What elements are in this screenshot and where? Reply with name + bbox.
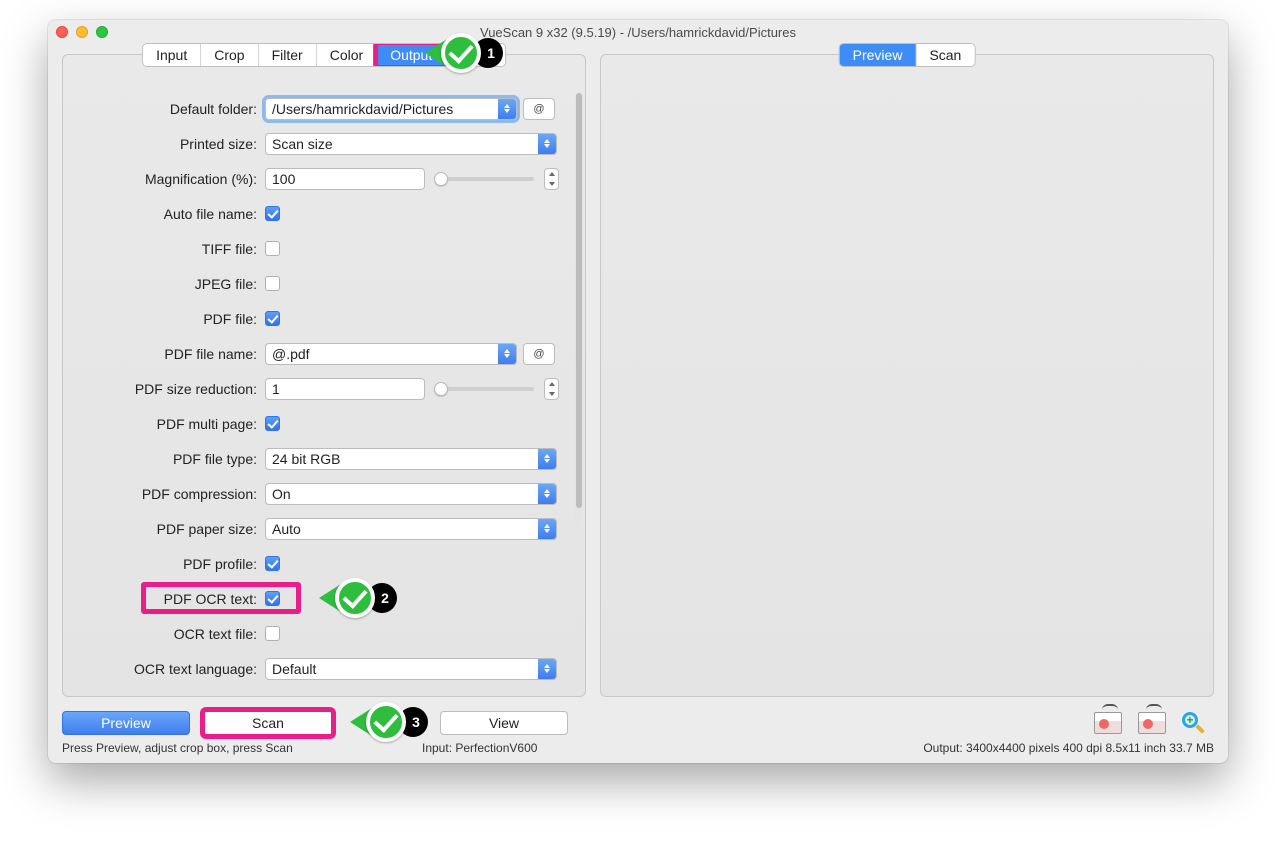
rotate-right-icon[interactable] bbox=[1138, 712, 1166, 734]
zoom-in-icon[interactable]: + bbox=[1182, 712, 1204, 734]
tiff-file-check[interactable] bbox=[265, 241, 280, 256]
status-hint: Press Preview, adjust crop box, press Sc… bbox=[62, 741, 422, 755]
view-button[interactable]: View bbox=[440, 711, 568, 735]
preview-tabs: Preview Scan bbox=[839, 43, 976, 67]
pdf-file-name-select[interactable]: @.pdf bbox=[265, 343, 517, 365]
default-folder-select[interactable]: /Users/hamrickdavid/Pictures bbox=[265, 98, 517, 120]
default-folder-label: Default folder: bbox=[71, 101, 265, 117]
settings-tabs: Input Crop Filter Color Output Prefs bbox=[142, 43, 506, 67]
status-bar: Press Preview, adjust crop box, press Sc… bbox=[48, 739, 1228, 763]
pdf-size-reduction-slider[interactable] bbox=[435, 387, 534, 391]
pdf-paper-size-label: PDF paper size: bbox=[71, 521, 265, 537]
tab-filter[interactable]: Filter bbox=[259, 44, 317, 66]
pdf-ocr-text-check[interactable] bbox=[265, 591, 280, 606]
tab-crop[interactable]: Crop bbox=[201, 44, 258, 66]
pdf-size-reduction-label: PDF size reduction: bbox=[71, 381, 265, 397]
default-folder-at-button[interactable]: @ bbox=[523, 98, 555, 120]
pdf-compression-select[interactable]: On bbox=[265, 483, 557, 505]
scrollbar[interactable] bbox=[575, 93, 583, 686]
magnification-input[interactable]: 100 bbox=[265, 168, 425, 190]
rotate-left-icon[interactable] bbox=[1094, 712, 1122, 734]
tab-input[interactable]: Input bbox=[143, 44, 201, 66]
tab-scan[interactable]: Scan bbox=[916, 44, 974, 66]
pdf-file-name-at-button[interactable]: @ bbox=[523, 343, 555, 365]
settings-panel: Input Crop Filter Color Output Prefs 1 D… bbox=[62, 54, 586, 697]
magnification-stepper[interactable] bbox=[544, 168, 559, 190]
auto-file-name-check[interactable] bbox=[265, 206, 280, 221]
pdf-size-reduction-input[interactable]: 1 bbox=[265, 378, 425, 400]
pdf-size-reduction-stepper[interactable] bbox=[544, 378, 559, 400]
jpeg-file-label: JPEG file: bbox=[71, 276, 265, 292]
tab-preview[interactable]: Preview bbox=[840, 44, 917, 66]
titlebar: VueScan 9 x32 (9.5.19) - /Users/hamrickd… bbox=[48, 20, 1228, 44]
tiff-file-label: TIFF file: bbox=[71, 241, 265, 257]
pdf-file-type-select[interactable]: 24 bit RGB bbox=[265, 448, 557, 470]
pdf-multi-page-label: PDF multi page: bbox=[71, 416, 265, 432]
pdf-ocr-text-label: PDF OCR text: bbox=[71, 591, 265, 607]
pdf-profile-label: PDF profile: bbox=[71, 556, 265, 572]
pdf-multi-page-check[interactable] bbox=[265, 416, 280, 431]
ocr-text-language-select[interactable]: Default bbox=[265, 658, 557, 680]
bottom-bar: Preview Scan 3 View + bbox=[48, 703, 1228, 739]
printed-size-label: Printed size: bbox=[71, 136, 265, 152]
pdf-file-label: PDF file: bbox=[71, 311, 265, 327]
annotation-3: 3 bbox=[350, 702, 428, 742]
pdf-compression-label: PDF compression: bbox=[71, 486, 265, 502]
ocr-text-file-label: OCR text file: bbox=[71, 626, 265, 642]
tab-output[interactable]: Output bbox=[377, 44, 446, 66]
jpeg-file-check[interactable] bbox=[265, 276, 280, 291]
preview-panel: Preview Scan bbox=[600, 54, 1214, 697]
pdf-paper-size-select[interactable]: Auto bbox=[265, 518, 557, 540]
auto-file-name-label: Auto file name: bbox=[71, 206, 265, 222]
magnification-slider[interactable] bbox=[435, 177, 534, 181]
preview-button[interactable]: Preview bbox=[62, 711, 190, 735]
scan-button[interactable]: Scan bbox=[204, 711, 332, 735]
ocr-text-file-check[interactable] bbox=[265, 626, 280, 641]
pdf-profile-check[interactable] bbox=[265, 556, 280, 571]
pdf-file-type-label: PDF file type: bbox=[71, 451, 265, 467]
window: VueScan 9 x32 (9.5.19) - /Users/hamrickd… bbox=[48, 20, 1228, 763]
window-title: VueScan 9 x32 (9.5.19) - /Users/hamrickd… bbox=[48, 25, 1228, 40]
pdf-file-name-label: PDF file name: bbox=[71, 346, 265, 362]
printed-size-select[interactable]: Scan size bbox=[265, 133, 557, 155]
status-output: Output: 3400x4400 pixels 400 dpi 8.5x11 … bbox=[923, 741, 1214, 755]
status-input: Input: PerfectionV600 bbox=[422, 741, 682, 755]
tab-prefs[interactable]: Prefs bbox=[446, 44, 505, 66]
pdf-file-check[interactable] bbox=[265, 311, 280, 326]
tab-color[interactable]: Color bbox=[317, 44, 377, 66]
magnification-label: Magnification (%): bbox=[71, 171, 265, 187]
ocr-text-language-label: OCR text language: bbox=[71, 661, 265, 677]
